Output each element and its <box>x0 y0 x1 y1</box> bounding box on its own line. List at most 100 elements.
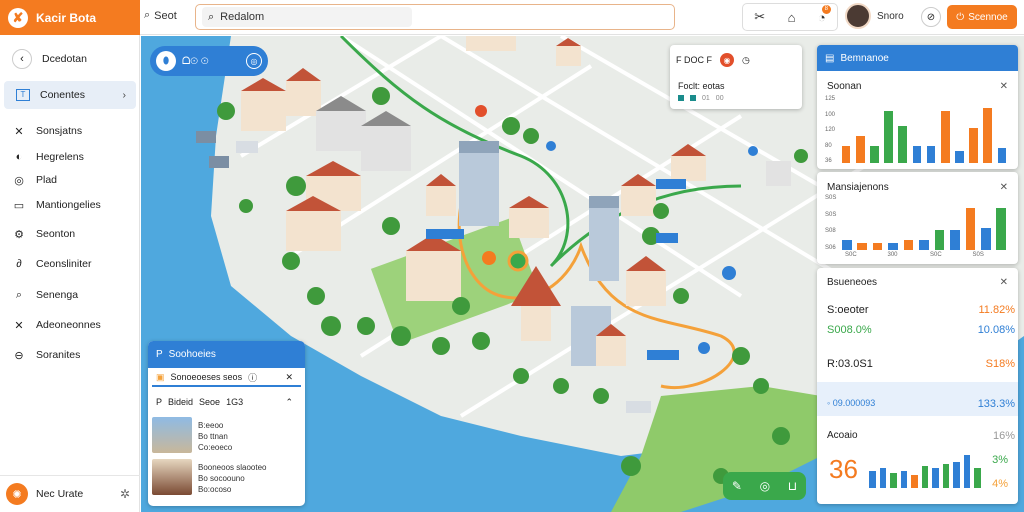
stat-value: 3% <box>992 454 1008 466</box>
poi-card-line: B:eeoo <box>198 421 224 430</box>
help-button[interactable]: ⊘ <box>921 7 941 27</box>
target-icon: ◎ <box>14 174 24 187</box>
sidebar: ‹ Dcedotan T Conentes › ✕ Sonsjatns ◐ Hegrele… <box>0 35 140 512</box>
vehicle <box>236 141 258 153</box>
location-pin-icon: ⬮ <box>156 51 176 71</box>
tools-icon: ✕ <box>14 125 24 138</box>
stat-row: ◦ 09.000093 133.3% <box>827 398 1015 414</box>
location-icon: ◐ <box>15 151 23 163</box>
close-icon[interactable]: ✕ <box>1000 81 1008 92</box>
sidebar-item-1[interactable]: T Conentes › <box>4 81 136 109</box>
chart-bar <box>872 242 883 250</box>
legend-label: 01 <box>702 95 710 102</box>
poi-card[interactable]: Booneoos slaooteo Bo socoouno Bo:ocoso <box>152 459 301 499</box>
poi-card-line: Co:eoeco <box>198 443 233 452</box>
user-profile[interactable]: Snoro <box>845 3 904 29</box>
edit-icon[interactable]: ✎ <box>732 479 742 493</box>
chart-bar <box>963 455 971 488</box>
sidebar-item-8[interactable]: ⌕ Senenga <box>0 281 140 309</box>
stat-label: ◦ 09.000093 <box>827 398 876 408</box>
gear-icon[interactable]: ✲ <box>120 487 130 501</box>
chart-bar <box>869 470 876 488</box>
avatar[interactable] <box>845 3 871 29</box>
map-tools-bar: ✎ ◎ ⊔ <box>723 472 806 500</box>
chart-bar <box>884 110 893 163</box>
poi-sort-row[interactable]: P Bideid Seoe 1G3 ⌃ <box>152 393 301 411</box>
info-card-top: F DOC F ◉ ◷ <box>676 53 750 67</box>
legend-swatch <box>678 95 684 101</box>
map-info-card[interactable]: F DOC F ◉ ◷ Foclt: eotas 01 00 <box>670 45 802 109</box>
panel-stats: Bsueneoes ✕ S:oeoter 11.82% S008.0% 10.0… <box>817 268 1018 504</box>
panel-header-icon: ▤ <box>825 52 835 64</box>
chart-bar <box>921 466 929 488</box>
panel-chart-1: ▤ Bemnanoe Soonan ✕ 125 100 120 80 36 <box>817 45 1018 169</box>
chevron-up-icon[interactable]: ⌃ <box>285 397 293 408</box>
sidebar-item-6[interactable]: ⚙ Seonton <box>0 220 140 248</box>
sidebar-item-label: Adeoneonnes <box>36 319 101 331</box>
power-icon: ⏻ <box>956 11 965 23</box>
sidebar-footer-label: Nec Urate <box>36 488 84 500</box>
pin-icon: P <box>156 397 163 407</box>
search-input[interactable] <box>220 11 391 23</box>
y-tick-label: S0S <box>825 195 837 201</box>
app-name: Kacir Bota <box>36 10 97 25</box>
chart-title: Mansiajenons <box>827 182 889 193</box>
panel-chart-2: Mansiajenons ✕ S0S S0S S08 S06 S0C 300 S0C S0S <box>817 172 1018 264</box>
search-box[interactable]: ⌕ <box>195 4 675 30</box>
sidebar-item-label: Hegrelens <box>36 151 84 163</box>
x-tick-label: 300 <box>887 252 898 258</box>
timer-icon: ◷ <box>742 54 750 65</box>
points-of-interest-panel: P Soohoeies ▣ Sonoeoeses seos ⓘ ✕ P Bide… <box>148 341 305 506</box>
search-link[interactable]: ⌕ Seot <box>144 9 177 22</box>
sidebar-footer[interactable]: ✺ Nec Urate ✲ <box>0 475 140 512</box>
settings-icon: ⚙ <box>14 228 24 241</box>
search-field[interactable]: ⌕ <box>202 7 412 27</box>
stat-row: S008.0% 10.08% <box>827 324 1015 340</box>
sidebar-item-label: Dcedotan <box>42 53 87 65</box>
settings-icon: ✺ <box>6 483 28 505</box>
locate-icon[interactable]: ◎ <box>760 479 770 493</box>
sidebar-item-7[interactable]: ∂ Ceonsliniter <box>0 250 140 278</box>
big-number: 36 <box>829 454 858 484</box>
building-icon[interactable]: ⌂ <box>788 10 796 25</box>
sidebar-item-4[interactable]: ◎ Plad <box>0 166 140 194</box>
top-bar: ✘ Kacir Bota ⌕ Seot ⌕ ✂ ⌂ ◔8 Snoro ⊘ ⏻ S… <box>0 0 1024 35</box>
primary-action-button[interactable]: ⏻ Scennoe <box>947 5 1017 29</box>
poi-thumbnail <box>152 417 192 453</box>
notification-icon[interactable]: ◔ 8 <box>818 4 831 25</box>
chart-bar <box>912 145 922 163</box>
poi-filter-row[interactable]: ▣ Sonoeoeses seos ⓘ ✕ <box>152 369 301 387</box>
stat-row: Acoaio 16% <box>827 430 1015 446</box>
chart-bar <box>981 227 991 250</box>
chart-bar <box>900 470 908 488</box>
stat-label: S008.0% <box>827 324 872 336</box>
boat <box>626 401 651 413</box>
sidebar-item-10[interactable]: ⊖ Soranites <box>0 341 140 369</box>
close-icon[interactable]: ✕ <box>285 372 293 383</box>
chart-bar <box>997 148 1007 163</box>
brand[interactable]: ✘ Kacir Bota <box>0 0 140 35</box>
chart-bar <box>857 242 867 250</box>
map-mode-pill[interactable]: ⬮ ᗝ⊙ ⊙ ◎ <box>150 46 268 76</box>
y-tick-label: S06 <box>825 245 836 251</box>
info-card-legend: 01 00 <box>678 95 724 102</box>
sidebar-item-label: Mantiongelies <box>36 199 101 211</box>
y-tick-label: S0S <box>825 211 837 218</box>
poi-card-line: Bo socoouno <box>198 474 245 483</box>
sidebar-item-0[interactable]: ‹ Dcedotan <box>0 45 140 73</box>
poi-card-text: B:eeoo Bo ttnan Co:eoeco <box>198 417 232 457</box>
poi-card[interactable]: B:eeoo Bo ttnan Co:eoeco <box>152 417 301 457</box>
primary-action-label: Scennoe <box>968 11 1008 23</box>
compass-icon[interactable]: ◎ <box>246 53 262 69</box>
info-card-name: Foclt: eotas <box>678 81 725 91</box>
chart-area: 125 100 120 80 36 <box>825 96 1013 165</box>
close-icon[interactable]: ✕ <box>1000 277 1008 288</box>
tools-icon[interactable]: ✂ <box>754 9 765 25</box>
sidebar-item-9[interactable]: ✕ Adeoneonnes <box>0 311 140 339</box>
sidebar-item-2[interactable]: ✕ Sonsjatns <box>0 117 140 145</box>
stat-label: S:oeoter <box>827 304 869 316</box>
close-icon[interactable]: ✕ <box>1000 182 1008 193</box>
info-icon: ⓘ <box>248 372 258 383</box>
layers-icon[interactable]: ⊔ <box>788 479 797 493</box>
sidebar-item-5[interactable]: ▭ Mantiongelies <box>0 191 140 219</box>
